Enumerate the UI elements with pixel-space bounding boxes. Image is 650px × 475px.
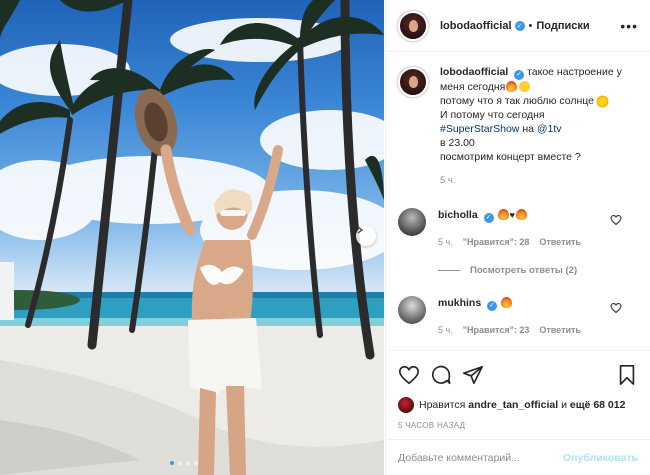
caption-on-word: на	[522, 123, 534, 135]
carousel-dot	[178, 461, 182, 465]
caption-line-6: посмотрим концерт вместе ?	[440, 151, 581, 163]
chevron-right-icon	[357, 226, 364, 234]
caption-avatar[interactable]	[398, 67, 428, 97]
fire-emoji-icon	[506, 81, 518, 92]
caption-username[interactable]: lobodaofficial	[440, 66, 508, 78]
reply-button[interactable]: Ответить	[539, 323, 581, 337]
liker-avatar[interactable]	[398, 397, 414, 413]
likes-summary: Нравится andre_tan_official и ещё 68 012	[398, 397, 638, 413]
post-header: lobodaofficial ✓ • Подписки •••	[386, 0, 650, 52]
likes-conjunction: и	[561, 399, 567, 411]
commenter-avatar[interactable]	[398, 208, 426, 236]
verified-badge-icon: ✓	[483, 213, 494, 223]
fire-emoji-icon	[497, 209, 509, 220]
author-username[interactable]: lobodaofficial	[440, 20, 512, 32]
commenter-username[interactable]: mukhins	[438, 297, 481, 309]
post-side-panel: lobodaofficial ✓ • Подписки ••• lobodaof…	[385, 0, 650, 475]
fire-emoji-icon	[515, 209, 527, 220]
view-replies-button[interactable]: Посмотреть ответы (2)	[438, 265, 638, 276]
caption-time: 5 ч.	[440, 175, 456, 186]
like-comment-heart-icon[interactable]	[610, 214, 622, 226]
carousel-dot	[186, 461, 190, 465]
beach-scene	[0, 0, 384, 475]
add-comment-bar: Опубликовать	[386, 439, 650, 475]
hashtag-link[interactable]: #SuperStarShow	[440, 123, 519, 135]
verified-badge-icon: ✓	[514, 70, 525, 80]
comment-likes[interactable]: "Нравится": 28	[463, 235, 530, 249]
reply-button[interactable]: Ответить	[539, 235, 581, 249]
black-heart-emoji-icon: ♥	[509, 210, 515, 220]
post-photo[interactable]	[0, 0, 384, 475]
share-direct-icon[interactable]	[462, 364, 484, 386]
liker-username[interactable]: andre_tan_official	[468, 399, 558, 411]
comments-list[interactable]: lobodaofficial ✓ такое настроение у меня…	[386, 53, 650, 350]
verified-badge-icon: ✓	[514, 20, 525, 31]
laughing-emoji-icon	[519, 81, 531, 92]
comment-item: bicholla ✓ ♥ 5 ч. "Нравится": 28 Ответит…	[398, 208, 638, 249]
comment-time[interactable]: 5 ч.	[438, 235, 453, 249]
comment-likes[interactable]: "Нравится": 23	[463, 323, 530, 337]
carousel-dot	[194, 461, 198, 465]
caption-line-3: И потому что сегодня	[440, 109, 545, 121]
carousel-dots	[170, 461, 198, 465]
post-caption: lobodaofficial ✓ такое настроение у меня…	[398, 65, 638, 188]
commenter-avatar[interactable]	[398, 296, 426, 324]
comment-time[interactable]: 5 ч.	[438, 323, 453, 337]
next-slide-button[interactable]	[356, 226, 376, 246]
likes-prefix: Нравится	[419, 399, 466, 411]
publish-comment-button[interactable]: Опубликовать	[563, 452, 638, 464]
comment-input[interactable]	[398, 451, 564, 464]
likes-count[interactable]: ещё 68 012	[570, 399, 626, 411]
bookmark-icon[interactable]	[616, 364, 638, 386]
caption-line-2: потому что я так люблю солнце	[440, 95, 594, 107]
verified-badge-icon: ✓	[487, 301, 498, 311]
carousel-dot-active	[170, 461, 174, 465]
post-actions: Нравится andre_tan_official и ещё 68 012…	[386, 350, 650, 430]
header-separator: •	[528, 19, 533, 32]
like-comment-heart-icon[interactable]	[610, 302, 622, 314]
caption-line-5: в 23.00	[440, 137, 475, 149]
like-heart-icon[interactable]	[398, 364, 420, 386]
comment-bubble-icon[interactable]	[430, 364, 452, 386]
comment-item: mukhins ✓ 5 ч. "Нравится": 23 Ответить	[398, 296, 638, 337]
following-button[interactable]: Подписки	[536, 20, 589, 32]
fire-emoji-icon	[501, 297, 513, 308]
commenter-username[interactable]: bicholla	[438, 209, 478, 221]
author-avatar[interactable]	[398, 10, 428, 41]
more-options-icon[interactable]: •••	[620, 18, 638, 34]
mention-link[interactable]: @1tv	[537, 123, 562, 135]
sun-emoji-icon	[597, 97, 607, 106]
post-timestamp[interactable]: 5 часов назад	[398, 421, 638, 430]
